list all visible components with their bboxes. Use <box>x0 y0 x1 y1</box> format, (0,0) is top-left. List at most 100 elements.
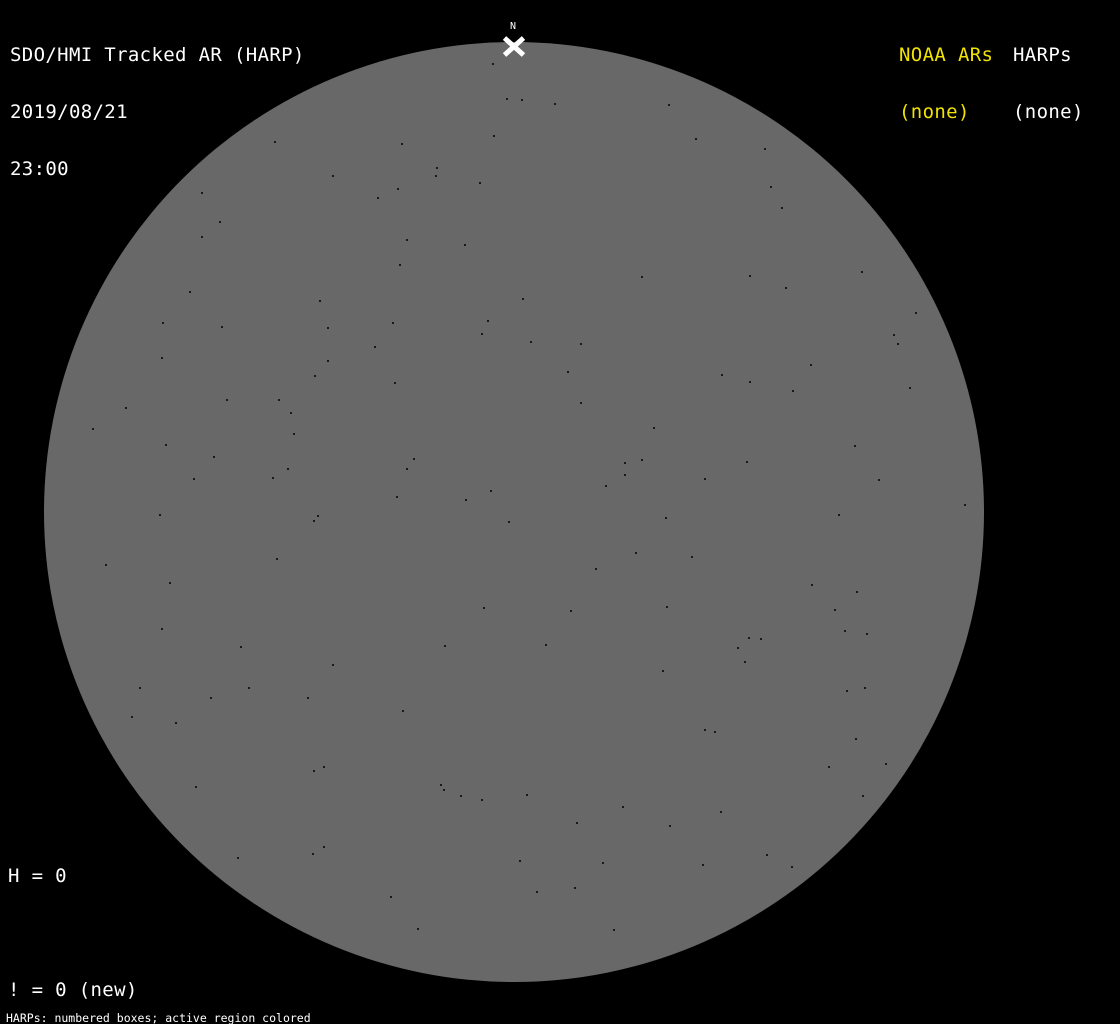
speckle-dot <box>278 399 280 401</box>
speckle-dot <box>481 333 483 335</box>
speckle-dot <box>746 461 748 463</box>
speckle-dot <box>377 197 379 199</box>
speckle-dot <box>897 343 899 345</box>
speckle-dot <box>915 312 917 314</box>
speckle-dot <box>749 381 751 383</box>
speckle-dot <box>878 479 880 481</box>
speckle-dot <box>781 207 783 209</box>
speckle-dot <box>702 864 704 866</box>
speckle-dot <box>161 628 163 630</box>
speckle-dot <box>487 320 489 322</box>
speckle-dot <box>854 445 856 447</box>
speckle-dot <box>770 186 772 188</box>
speckle-dot <box>811 584 813 586</box>
speckle-dot <box>536 891 538 893</box>
legend-harp-count: H = 0 <box>8 867 232 886</box>
speckle-dot <box>210 697 212 699</box>
speckle-dot <box>885 763 887 765</box>
footer-line-harps: HARPs: numbered boxes; active region col… <box>6 1012 408 1024</box>
speckle-dot <box>105 564 107 566</box>
speckle-dot <box>240 646 242 648</box>
north-pole-label: N <box>504 21 522 32</box>
speckle-dot <box>810 364 812 366</box>
speckle-dot <box>764 148 766 150</box>
speckle-dot <box>791 866 793 868</box>
speckle-dot <box>327 360 329 362</box>
speckle-dot <box>785 287 787 289</box>
speckle-dot <box>641 459 643 461</box>
speckle-dot <box>189 291 191 293</box>
speckle-dot <box>580 343 582 345</box>
legend-spacer <box>8 924 232 943</box>
footer-caption: HARPs: numbered boxes; active region col… <box>6 988 408 1024</box>
speckle-dot <box>390 896 392 898</box>
speckle-dot <box>413 458 415 460</box>
speckle-dot <box>861 271 863 273</box>
speckle-dot <box>435 175 437 177</box>
speckle-dot <box>392 322 394 324</box>
speckle-dot <box>440 784 442 786</box>
page-title: SDO/HMI Tracked AR (HARP) <box>10 46 305 65</box>
speckle-dot <box>704 729 706 731</box>
speckle-dot <box>396 496 398 498</box>
speckle-dot <box>576 822 578 824</box>
speckle-dot <box>221 326 223 328</box>
speckle-dot <box>522 298 524 300</box>
speckle-dot <box>519 860 521 862</box>
noaa-ars-value: (none) <box>899 103 993 122</box>
speckle-dot <box>695 138 697 140</box>
speckle-dot <box>506 98 508 100</box>
speckle-dot <box>332 664 334 666</box>
speckle-dot <box>844 630 846 632</box>
speckle-dot <box>169 582 171 584</box>
speckle-dot <box>526 794 528 796</box>
speckle-dot <box>749 275 751 277</box>
speckle-dot <box>314 375 316 377</box>
speckle-dot <box>323 766 325 768</box>
speckle-dot <box>624 462 626 464</box>
speckle-dot <box>92 428 94 430</box>
speckle-dot <box>748 637 750 639</box>
speckle-dot <box>653 427 655 429</box>
harps-value: (none) <box>1013 103 1084 122</box>
speckle-dot <box>394 382 396 384</box>
speckle-dot <box>862 795 864 797</box>
speckle-dot <box>436 167 438 169</box>
noaa-ars-label: NOAA ARs <box>899 46 993 65</box>
speckle-dot <box>313 770 315 772</box>
speckle-dot <box>307 697 309 699</box>
speckle-dot <box>159 514 161 516</box>
speckle-dot <box>323 846 325 848</box>
speckle-dot <box>479 182 481 184</box>
speckle-dot <box>465 499 467 501</box>
speckle-dot <box>641 276 643 278</box>
speckle-dot <box>319 300 321 302</box>
speckle-dot <box>327 327 329 329</box>
speckle-dot <box>909 387 911 389</box>
speckle-dot <box>838 514 840 516</box>
speckle-dot <box>312 853 314 855</box>
speckle-dot <box>828 766 830 768</box>
speckle-dot <box>213 456 215 458</box>
speckle-dot <box>374 346 376 348</box>
harps-label: HARPs <box>1013 46 1084 65</box>
speckle-dot <box>193 478 195 480</box>
speckle-dot <box>760 638 762 640</box>
speckle-dot <box>195 786 197 788</box>
speckle-dot <box>846 690 848 692</box>
speckle-dot <box>237 857 239 859</box>
speckle-dot <box>417 928 419 930</box>
speckle-dot <box>669 825 671 827</box>
speckle-dot <box>161 357 163 359</box>
speckle-dot <box>624 474 626 476</box>
speckle-dot <box>397 188 399 190</box>
speckle-dot <box>165 444 167 446</box>
harps-status: HARPs (none) <box>1013 8 1084 160</box>
speckle-dot <box>602 862 604 864</box>
speckle-dot <box>605 485 607 487</box>
speckle-dot <box>287 468 289 470</box>
speckle-dot <box>662 670 664 672</box>
speckle-dot <box>964 504 966 506</box>
speckle-dot <box>721 374 723 376</box>
speckle-dot <box>622 806 624 808</box>
